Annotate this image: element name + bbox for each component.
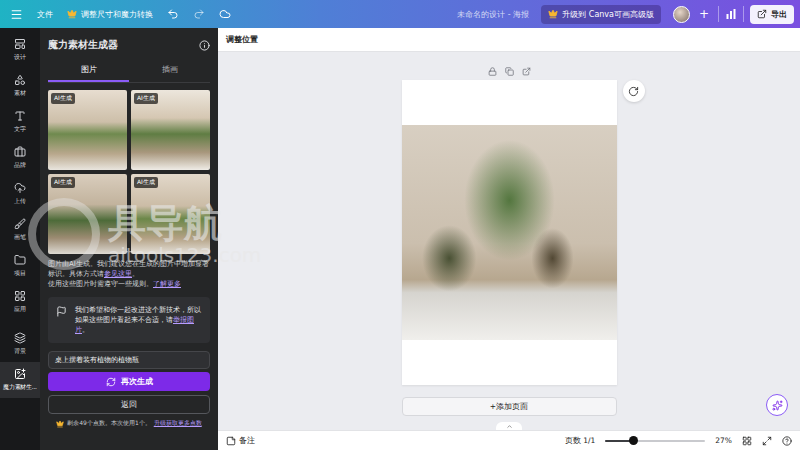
position-button[interactable]: 调整位置	[226, 35, 258, 45]
rail-item-icon	[14, 110, 26, 122]
crown-icon	[548, 9, 558, 19]
rail-item[interactable]: 项目	[0, 248, 40, 284]
rail-item[interactable]: 画笔	[0, 212, 40, 248]
panel-tab[interactable]: 插画	[129, 58, 210, 82]
redo-icon[interactable]	[193, 8, 205, 20]
notes-button[interactable]: 备注	[226, 436, 255, 446]
cloud-save-icon[interactable]	[219, 8, 231, 20]
watermark-logo	[28, 198, 100, 270]
generated-image[interactable]: AI生成	[48, 90, 127, 170]
pages-drawer-tab[interactable]	[496, 422, 522, 430]
upgrade-credits-link[interactable]: 升级获取更多点数	[154, 419, 202, 428]
design-title[interactable]: 未命名的设计 - 海报	[457, 9, 529, 20]
rail-item[interactable]: 应用	[0, 284, 40, 320]
upgrade-button[interactable]: 升级到 Canva可画高级版	[541, 5, 661, 24]
canva-editor: 文件 调整尺寸和魔力转换 未命名的设计 - 海报 升级到 Canva可画高级版 + 导出设…	[0, 0, 800, 450]
rail-item-icon	[14, 254, 26, 266]
user-avatar[interactable]	[673, 6, 690, 23]
rail-item[interactable]: 品牌	[0, 140, 40, 176]
magic-button[interactable]	[766, 394, 788, 416]
rail-item-icon	[14, 290, 26, 302]
rail-item-icon	[14, 332, 26, 344]
feedback-box: 我们希望和你一起改进这个新技术，所以如果这些图片看起来不合适，请举报图片。	[48, 297, 210, 343]
divider	[718, 6, 719, 22]
notice-link[interactable]: 参见这里	[104, 270, 132, 278]
notes-icon	[226, 436, 236, 446]
generated-image[interactable]: AI生成	[131, 90, 210, 170]
grid-view-icon[interactable]	[742, 436, 752, 446]
share-icon	[757, 9, 767, 19]
rail-item-icon	[14, 74, 26, 86]
zoom-reading[interactable]: 27%	[715, 436, 732, 445]
chevron-up-icon	[506, 423, 513, 430]
zoom-slider[interactable]	[605, 440, 705, 442]
credits-info: 剩余49个点数。本次使用1个。升级获取更多点数	[48, 419, 210, 428]
menu-icon[interactable]	[10, 8, 23, 21]
lock-icon[interactable]	[488, 67, 497, 76]
page-count[interactable]: 页数 1/1	[565, 436, 595, 446]
watermark-brand: 具导航	[108, 202, 261, 244]
rail-item[interactable]: 魔力素材生...	[0, 362, 40, 398]
ai-badge: AI生成	[51, 93, 75, 104]
learn-more-link[interactable]: 了解更多	[153, 280, 181, 288]
context-toolbar: 调整位置	[218, 28, 800, 52]
zoom-thumb[interactable]	[629, 436, 638, 445]
panel-title: 魔力素材生成器	[48, 38, 118, 52]
divider	[743, 6, 744, 22]
rotate-button[interactable]	[623, 80, 645, 102]
regenerate-button[interactable]: 再次生成	[48, 372, 210, 391]
ai-badge: AI生成	[134, 177, 158, 188]
crown-icon	[56, 420, 64, 428]
rail-item-icon	[14, 218, 26, 230]
canvas-area: +添加页面	[218, 52, 800, 430]
sparkles-icon	[772, 400, 783, 411]
ai-badge: AI生成	[51, 177, 75, 188]
status-bar: 备注 页数 1/1 27%	[218, 430, 800, 450]
export-button[interactable]: 导出	[750, 5, 794, 24]
panel-tabs: 图片插画	[48, 58, 210, 83]
add-collaborator-button[interactable]: +	[696, 8, 712, 20]
resize-button[interactable]: 调整尺寸和魔力转换	[67, 9, 153, 20]
generated-image[interactable]: AI生成	[131, 174, 210, 254]
magic-media-panel: 魔力素材生成器图片插画 AI生成 AI生成 AI生成 AI生成图片由AI生成。我们建议您…	[40, 28, 218, 450]
rail-item[interactable]: 上传	[0, 176, 40, 212]
rail-item-icon	[14, 182, 26, 194]
report-link[interactable]: 举报图片	[75, 316, 194, 334]
rail-item[interactable]: 背景	[0, 326, 40, 362]
ai-badge: AI生成	[134, 93, 158, 104]
refresh-icon	[106, 377, 116, 387]
plant-photo[interactable]	[402, 125, 617, 340]
watermark-url: aitools123.com	[108, 244, 261, 266]
add-page-button[interactable]: +添加页面	[402, 397, 617, 416]
page-tools	[488, 64, 531, 78]
info-icon[interactable]	[199, 40, 210, 51]
insights-chart-icon[interactable]	[725, 8, 737, 20]
rules-notice: 使用这些图片时需遵守一些规则。了解更多	[48, 279, 210, 289]
undo-icon[interactable]	[167, 8, 179, 20]
panel-tab[interactable]: 图片	[48, 58, 129, 82]
result-grid: AI生成 AI生成 AI生成 AI生成	[48, 90, 210, 254]
rail-item[interactable]: 设计	[0, 32, 40, 68]
fullscreen-icon[interactable]	[762, 436, 772, 446]
rotate-icon	[628, 86, 639, 97]
rail-item[interactable]: 文字	[0, 104, 40, 140]
watermark: 具导航aitools123.com	[28, 198, 261, 270]
rail-item-icon	[14, 38, 26, 50]
generated-image[interactable]: AI生成	[48, 174, 127, 254]
top-bar: 文件 调整尺寸和魔力转换 未命名的设计 - 海报 升级到 Canva可画高级版 + 导出	[0, 0, 800, 28]
flag-icon	[56, 306, 67, 317]
file-menu[interactable]: 文件	[37, 9, 53, 20]
prompt-input[interactable]: 桌上摆着装有植物的植物瓶	[48, 351, 210, 369]
design-page[interactable]	[402, 80, 617, 385]
back-button[interactable]: 返回	[48, 395, 210, 414]
crown-icon	[67, 9, 77, 19]
rail-item[interactable]: 素材	[0, 68, 40, 104]
add-page-icon[interactable]	[522, 67, 531, 76]
rail-item-icon	[14, 146, 26, 158]
side-rail: 设计素材文字品牌上传画笔项目应用背景魔力素材生...	[0, 28, 40, 450]
help-icon[interactable]	[782, 436, 792, 446]
duplicate-icon[interactable]	[505, 67, 514, 76]
ai-notice: 图片由AI生成。我们建议您在生成的图片中增加显著标识。具体方式请参见这里。	[48, 259, 210, 279]
rail-item-icon	[14, 368, 26, 380]
